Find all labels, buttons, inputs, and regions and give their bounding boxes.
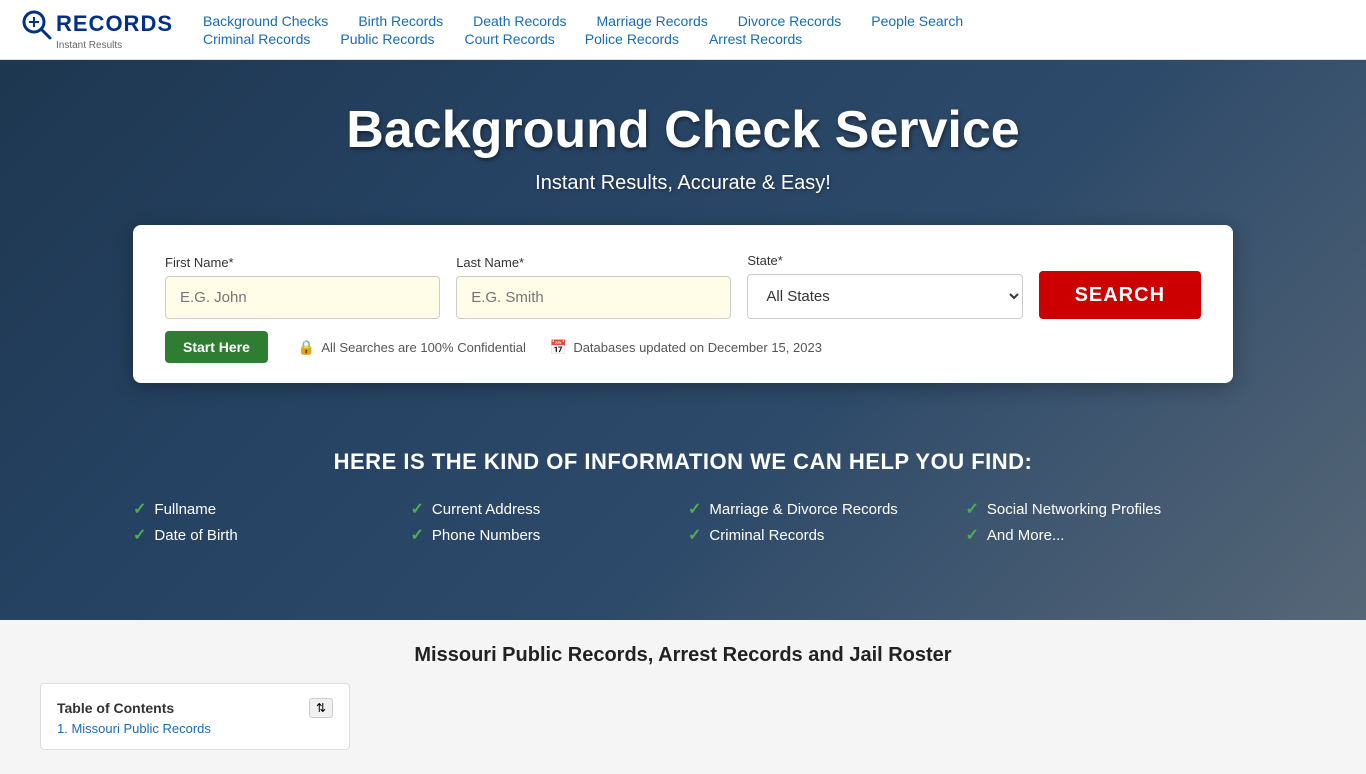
check-icon-7: ✓ bbox=[688, 525, 701, 545]
form-info: 🔒 All Searches are 100% Confidential 📅 D… bbox=[298, 339, 822, 356]
check-icon-8: ✓ bbox=[966, 525, 979, 545]
feature-social: ✓ Social Networking Profiles bbox=[966, 499, 1234, 519]
nav-public-records[interactable]: Public Records bbox=[340, 31, 434, 47]
feature-label-5: Date of Birth bbox=[154, 527, 237, 544]
toc-box: Table of Contents ⇅ 1. Missouri Public R… bbox=[40, 683, 350, 750]
feature-label-8: And More... bbox=[987, 527, 1065, 544]
form-footer: Start Here 🔒 All Searches are 100% Confi… bbox=[165, 331, 1201, 363]
check-icon-5: ✓ bbox=[133, 525, 146, 545]
check-icon-6: ✓ bbox=[411, 525, 424, 545]
toc-header: Table of Contents ⇅ bbox=[57, 698, 333, 718]
feature-address: ✓ Current Address bbox=[411, 499, 679, 519]
site-logo: RECORDS Instant Results bbox=[20, 8, 173, 51]
confidential-text: All Searches are 100% Confidential bbox=[321, 340, 526, 355]
hero-title: Background Check Service bbox=[346, 100, 1019, 160]
feature-criminal: ✓ Criminal Records bbox=[688, 525, 956, 545]
logo-icon bbox=[20, 8, 52, 40]
state-group: State* All StatesAlabamaAlaskaArizonaArk… bbox=[747, 253, 1022, 319]
feature-phone: ✓ Phone Numbers bbox=[411, 525, 679, 545]
feature-fullname: ✓ Fullname bbox=[133, 499, 401, 519]
calendar-icon: 📅 bbox=[550, 339, 567, 356]
logo-text: RECORDS bbox=[56, 11, 173, 37]
feature-label-3: Marriage & Divorce Records bbox=[709, 501, 897, 518]
bottom-section: Missouri Public Records, Arrest Records … bbox=[0, 620, 1366, 774]
hero-subtitle: Instant Results, Accurate & Easy! bbox=[535, 172, 831, 195]
nav-divorce-records[interactable]: Divorce Records bbox=[738, 13, 841, 29]
info-grid: ✓ Fullname ✓ Current Address ✓ Marriage … bbox=[133, 499, 1233, 545]
first-name-group: First Name* bbox=[165, 255, 440, 319]
first-name-label: First Name* bbox=[165, 255, 440, 270]
feature-label-7: Criminal Records bbox=[709, 527, 824, 544]
lock-icon: 🔒 bbox=[298, 339, 315, 356]
toc-item-1[interactable]: 1. Missouri Public Records bbox=[57, 718, 333, 739]
nav-death-records[interactable]: Death Records bbox=[473, 13, 566, 29]
search-button[interactable]: SEARCH bbox=[1039, 271, 1201, 319]
feature-label-6: Phone Numbers bbox=[432, 527, 540, 544]
confidential-info: 🔒 All Searches are 100% Confidential bbox=[298, 339, 526, 356]
feature-marriage: ✓ Marriage & Divorce Records bbox=[688, 499, 956, 519]
nav-police-records[interactable]: Police Records bbox=[585, 31, 679, 47]
main-nav: Background Checks Birth Records Death Re… bbox=[203, 13, 1346, 47]
nav-people-search[interactable]: People Search bbox=[871, 13, 963, 29]
toc-title: Table of Contents bbox=[57, 700, 174, 716]
info-heading: HERE IS THE KIND OF INFORMATION WE CAN H… bbox=[60, 449, 1306, 475]
start-here-button[interactable]: Start Here bbox=[165, 331, 268, 363]
db-update-info: 📅 Databases updated on December 15, 2023 bbox=[550, 339, 822, 356]
feature-label-1: Fullname bbox=[154, 501, 216, 518]
nav-arrest-records[interactable]: Arrest Records bbox=[709, 31, 802, 47]
nav-row-1: Background Checks Birth Records Death Re… bbox=[203, 13, 1346, 29]
last-name-group: Last Name* bbox=[456, 255, 731, 319]
form-row: First Name* Last Name* State* All States… bbox=[165, 253, 1201, 319]
feature-label-4: Social Networking Profiles bbox=[987, 501, 1161, 518]
last-name-label: Last Name* bbox=[456, 255, 731, 270]
check-icon-3: ✓ bbox=[688, 499, 701, 519]
page-title: Missouri Public Records, Arrest Records … bbox=[40, 644, 1326, 667]
toc-toggle-button[interactable]: ⇅ bbox=[309, 698, 333, 718]
feature-dob: ✓ Date of Birth bbox=[133, 525, 401, 545]
site-header: RECORDS Instant Results Background Check… bbox=[0, 0, 1366, 60]
nav-court-records[interactable]: Court Records bbox=[465, 31, 555, 47]
state-select[interactable]: All StatesAlabamaAlaskaArizonaArkansasCa… bbox=[747, 274, 1022, 319]
nav-row-2: Criminal Records Public Records Court Re… bbox=[203, 31, 1346, 47]
check-icon-4: ✓ bbox=[966, 499, 979, 519]
nav-criminal-records[interactable]: Criminal Records bbox=[203, 31, 310, 47]
last-name-input[interactable] bbox=[456, 276, 731, 319]
info-section: HERE IS THE KIND OF INFORMATION WE CAN H… bbox=[20, 413, 1346, 575]
feature-label-2: Current Address bbox=[432, 501, 540, 518]
search-box: First Name* Last Name* State* All States… bbox=[133, 225, 1233, 383]
check-icon-1: ✓ bbox=[133, 499, 146, 519]
feature-more: ✓ And More... bbox=[966, 525, 1234, 545]
db-update-text: Databases updated on December 15, 2023 bbox=[573, 340, 822, 355]
check-icon-2: ✓ bbox=[411, 499, 424, 519]
nav-background-checks[interactable]: Background Checks bbox=[203, 13, 328, 29]
hero-section: Background Check Service Instant Results… bbox=[0, 60, 1366, 620]
logo-subtitle: Instant Results bbox=[56, 40, 122, 51]
nav-marriage-records[interactable]: Marriage Records bbox=[597, 13, 708, 29]
nav-birth-records[interactable]: Birth Records bbox=[358, 13, 443, 29]
first-name-input[interactable] bbox=[165, 276, 440, 319]
state-label: State* bbox=[747, 253, 1022, 268]
